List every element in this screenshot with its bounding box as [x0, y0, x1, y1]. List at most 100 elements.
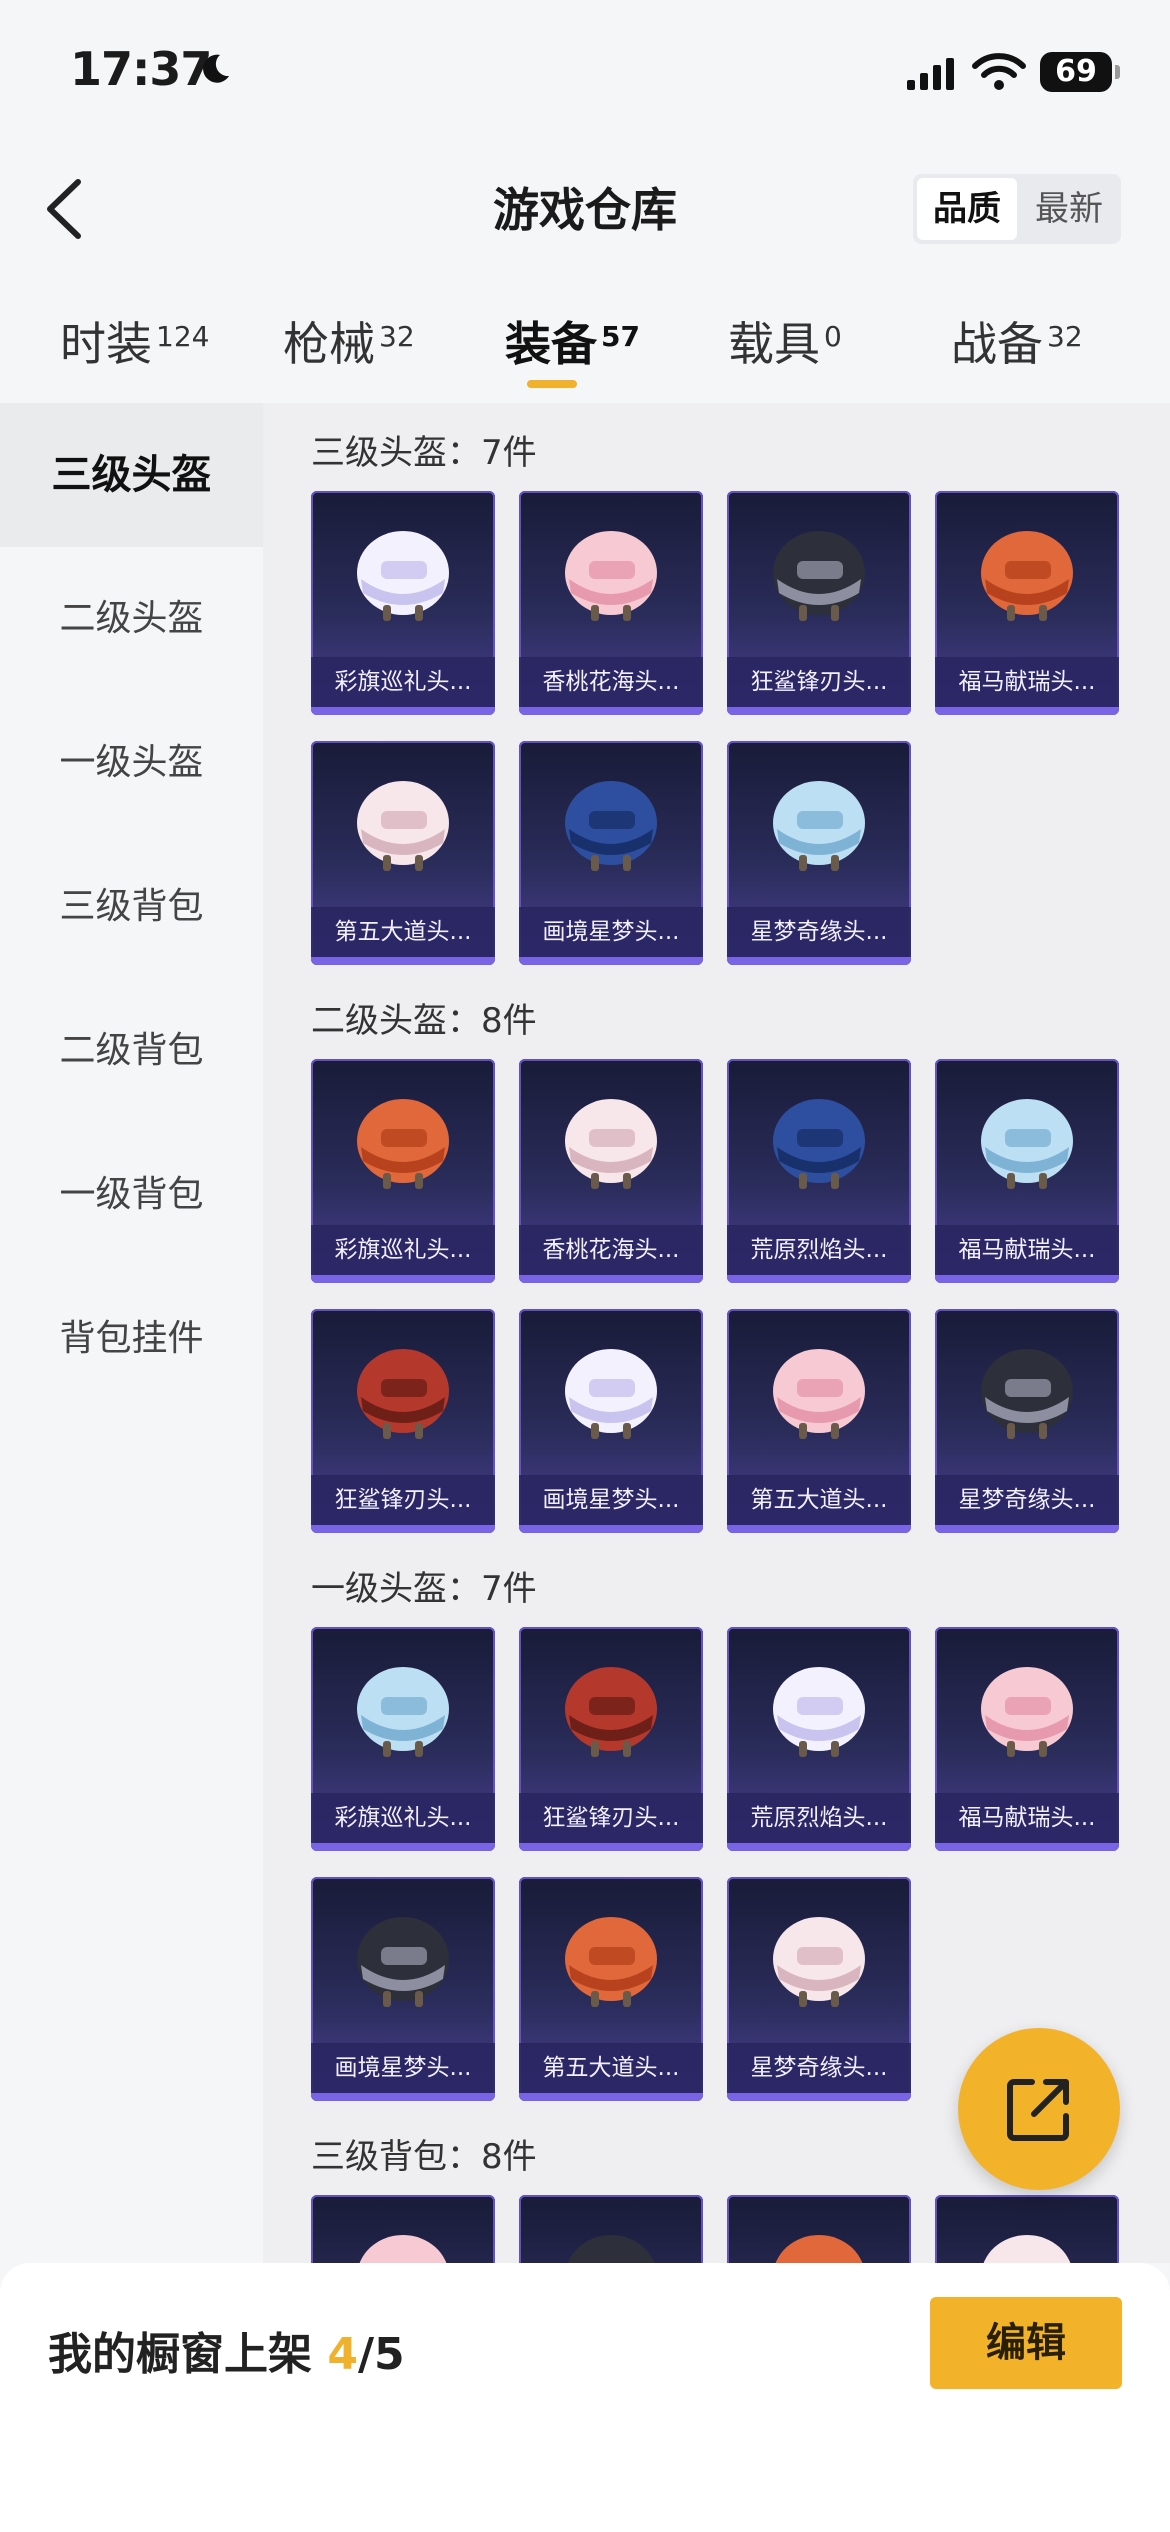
item-card-label: 画境星梦头... [519, 1475, 703, 1525]
helmet-icon [773, 531, 865, 621]
item-card-label: 香桃花海头... [519, 657, 703, 707]
helmet-icon [565, 1099, 657, 1189]
shelf-total-count: /5 [357, 2329, 405, 2380]
helmet-icon [775, 2235, 863, 2263]
helmet-icon [357, 781, 449, 871]
battery-indicator: 69 [1040, 52, 1120, 92]
sidebar-item-backpack-charm[interactable]: 背包挂件 [0, 1267, 263, 1411]
helmet-icon [565, 781, 657, 871]
item-card[interactable]: 画境星梦头... [311, 1877, 495, 2101]
tab-equipment[interactable]: 装备 57 [505, 308, 640, 374]
category-tabs: 时装 124 枪械 32 装备 57 载具 0 战备 32 [0, 290, 1170, 400]
sidebar-item-level3-helmet[interactable]: 三级头盔 [0, 403, 263, 547]
item-card[interactable]: 狂鲨锋刃头... [519, 1627, 703, 1851]
sidebar-item-level1-backpack[interactable]: 一级背包 [0, 1123, 263, 1267]
helmet-icon [565, 1917, 657, 2007]
helmet-icon [981, 1099, 1073, 1189]
item-card[interactable]: 荒原烈焰头... [727, 1059, 911, 1283]
tab-vehicles[interactable]: 载具 0 [728, 308, 842, 374]
tab-weapons[interactable]: 枪械 32 [283, 308, 415, 374]
sidebar: 三级头盔 二级头盔 一级头盔 三级背包 二级背包 一级背包 背包挂件 [0, 403, 263, 2263]
shelf-current-count: 4 [327, 2329, 358, 2380]
helmet-icon [357, 1099, 449, 1189]
shelf-label: 我的橱窗上架 [48, 2329, 312, 2380]
item-card[interactable] [727, 2195, 911, 2263]
item-card[interactable]: 第五大道头... [727, 1309, 911, 1533]
item-card[interactable]: 福马献瑞头... [935, 1059, 1119, 1283]
item-card[interactable]: 彩旗巡礼头... [311, 491, 495, 715]
sidebar-item-level3-backpack[interactable]: 三级背包 [0, 835, 263, 979]
share-icon [1007, 2079, 1069, 2141]
item-card[interactable] [311, 2195, 495, 2263]
helmet-icon [981, 1349, 1073, 1439]
helmet-icon [357, 1349, 449, 1439]
section-title: 三级背包：8件 [311, 2137, 537, 2177]
edit-button[interactable]: 编辑 [930, 2297, 1122, 2389]
wifi-icon [972, 53, 1026, 90]
item-card[interactable]: 画境星梦头... [519, 741, 703, 965]
item-card[interactable]: 福马献瑞头... [935, 1627, 1119, 1851]
helmet-icon [773, 1349, 865, 1439]
item-card[interactable] [935, 2195, 1119, 2263]
helmet-icon [357, 1667, 449, 1757]
item-card-label: 彩旗巡礼头... [311, 1225, 495, 1275]
item-card-label: 狂鲨锋刃头... [311, 1475, 495, 1525]
helmet-icon [567, 2235, 655, 2263]
sidebar-item-level2-backpack[interactable]: 二级背包 [0, 979, 263, 1123]
item-card[interactable]: 第五大道头... [311, 741, 495, 965]
item-card-label: 荒原烈焰头... [727, 1793, 911, 1843]
item-card-label: 香桃花海头... [519, 1225, 703, 1275]
helmet-icon [773, 781, 865, 871]
section-title: 三级头盔：7件 [311, 433, 537, 473]
item-card[interactable]: 星梦奇缘头... [935, 1309, 1119, 1533]
item-card[interactable]: 彩旗巡礼头... [311, 1627, 495, 1851]
item-card-label: 星梦奇缘头... [727, 907, 911, 957]
item-card-label: 福马献瑞头... [935, 1225, 1119, 1275]
item-card[interactable]: 星梦奇缘头... [727, 741, 911, 965]
item-card[interactable]: 荒原烈焰头... [727, 1627, 911, 1851]
item-card[interactable]: 福马献瑞头... [935, 491, 1119, 715]
item-card-label: 星梦奇缘头... [727, 2043, 911, 2093]
helmet-icon [357, 1917, 449, 2007]
helmet-icon [565, 531, 657, 621]
helmet-icon [773, 1917, 865, 2007]
status-bar: 17:37 69 [0, 0, 1170, 140]
sort-quality-button[interactable]: 品质 [917, 178, 1017, 240]
sidebar-item-level2-helmet[interactable]: 二级头盔 [0, 547, 263, 691]
helmet-icon [359, 2235, 447, 2263]
status-time: 17:37 [70, 42, 212, 96]
item-card[interactable]: 第五大道头... [519, 1877, 703, 2101]
item-card-label: 荒原烈焰头... [727, 1225, 911, 1275]
helmet-icon [981, 531, 1073, 621]
item-card-label: 画境星梦头... [311, 2043, 495, 2093]
tab-supplies[interactable]: 战备 32 [951, 308, 1083, 374]
item-card[interactable]: 香桃花海头... [519, 1059, 703, 1283]
item-card-label: 第五大道头... [727, 1475, 911, 1525]
item-card[interactable]: 狂鲨锋刃头... [311, 1309, 495, 1533]
item-card-label: 第五大道头... [311, 907, 495, 957]
item-card-label: 福马献瑞头... [935, 1793, 1119, 1843]
item-card-label: 狂鲨锋刃头... [519, 1793, 703, 1843]
signal-icon [907, 58, 954, 90]
helmet-icon [357, 531, 449, 621]
shelf-status: 我的橱窗上架 4/5 [48, 2318, 405, 2382]
share-button[interactable] [958, 2028, 1120, 2190]
sidebar-item-level1-helmet[interactable]: 一级头盔 [0, 691, 263, 835]
item-card[interactable]: 香桃花海头... [519, 491, 703, 715]
section-title: 二级头盔：8件 [311, 1001, 537, 1041]
section-title: 一级头盔：7件 [311, 1569, 537, 1609]
item-card-label: 彩旗巡礼头... [311, 1793, 495, 1843]
active-tab-indicator [527, 380, 577, 388]
item-card[interactable]: 画境星梦头... [519, 1309, 703, 1533]
helmet-icon [773, 1099, 865, 1189]
item-card-label: 画境星梦头... [519, 907, 703, 957]
sort-newest-button[interactable]: 最新 [1017, 174, 1121, 244]
item-card[interactable]: 彩旗巡礼头... [311, 1059, 495, 1283]
bottom-bar: 我的橱窗上架 4/5 编辑 [0, 2263, 1170, 2532]
helmet-icon [565, 1349, 657, 1439]
helmet-icon [565, 1667, 657, 1757]
item-card[interactable]: 星梦奇缘头... [727, 1877, 911, 2101]
item-card[interactable] [519, 2195, 703, 2263]
tab-fashion[interactable]: 时装 124 [60, 308, 209, 374]
item-card[interactable]: 狂鲨锋刃头... [727, 491, 911, 715]
